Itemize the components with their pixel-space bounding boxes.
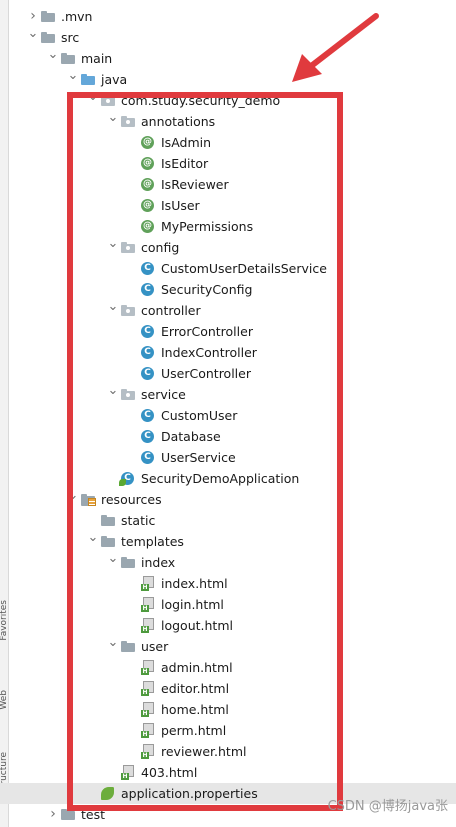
- tree-row[interactable]: › .mvn: [0, 6, 456, 27]
- tree-item-label: src: [61, 30, 80, 45]
- chevron-down-icon[interactable]: ⌄: [27, 27, 39, 48]
- folder-icon: [41, 11, 55, 22]
- chevron-down-icon[interactable]: ⌄: [67, 69, 79, 90]
- watermark: CSDN @博扬java张: [327, 799, 448, 814]
- source-folder-icon: [81, 74, 95, 85]
- tree-item-label: main: [81, 51, 113, 66]
- callout-arrow-icon: [292, 13, 379, 82]
- highlight-box: [67, 92, 343, 811]
- tree-item-label: java: [101, 72, 128, 87]
- chevron-down-icon[interactable]: ⌄: [47, 48, 59, 69]
- folder-icon: [61, 53, 75, 64]
- folder-icon: [41, 32, 55, 43]
- chevron-right-icon[interactable]: ›: [27, 6, 39, 27]
- tree-item-label: .mvn: [61, 9, 93, 24]
- tree-row[interactable]: ⌄ src: [0, 27, 456, 48]
- tree-row[interactable]: ⌄ java: [0, 69, 456, 90]
- chevron-right-icon[interactable]: ›: [47, 804, 59, 825]
- tree-row[interactable]: ⌄ main: [0, 48, 456, 69]
